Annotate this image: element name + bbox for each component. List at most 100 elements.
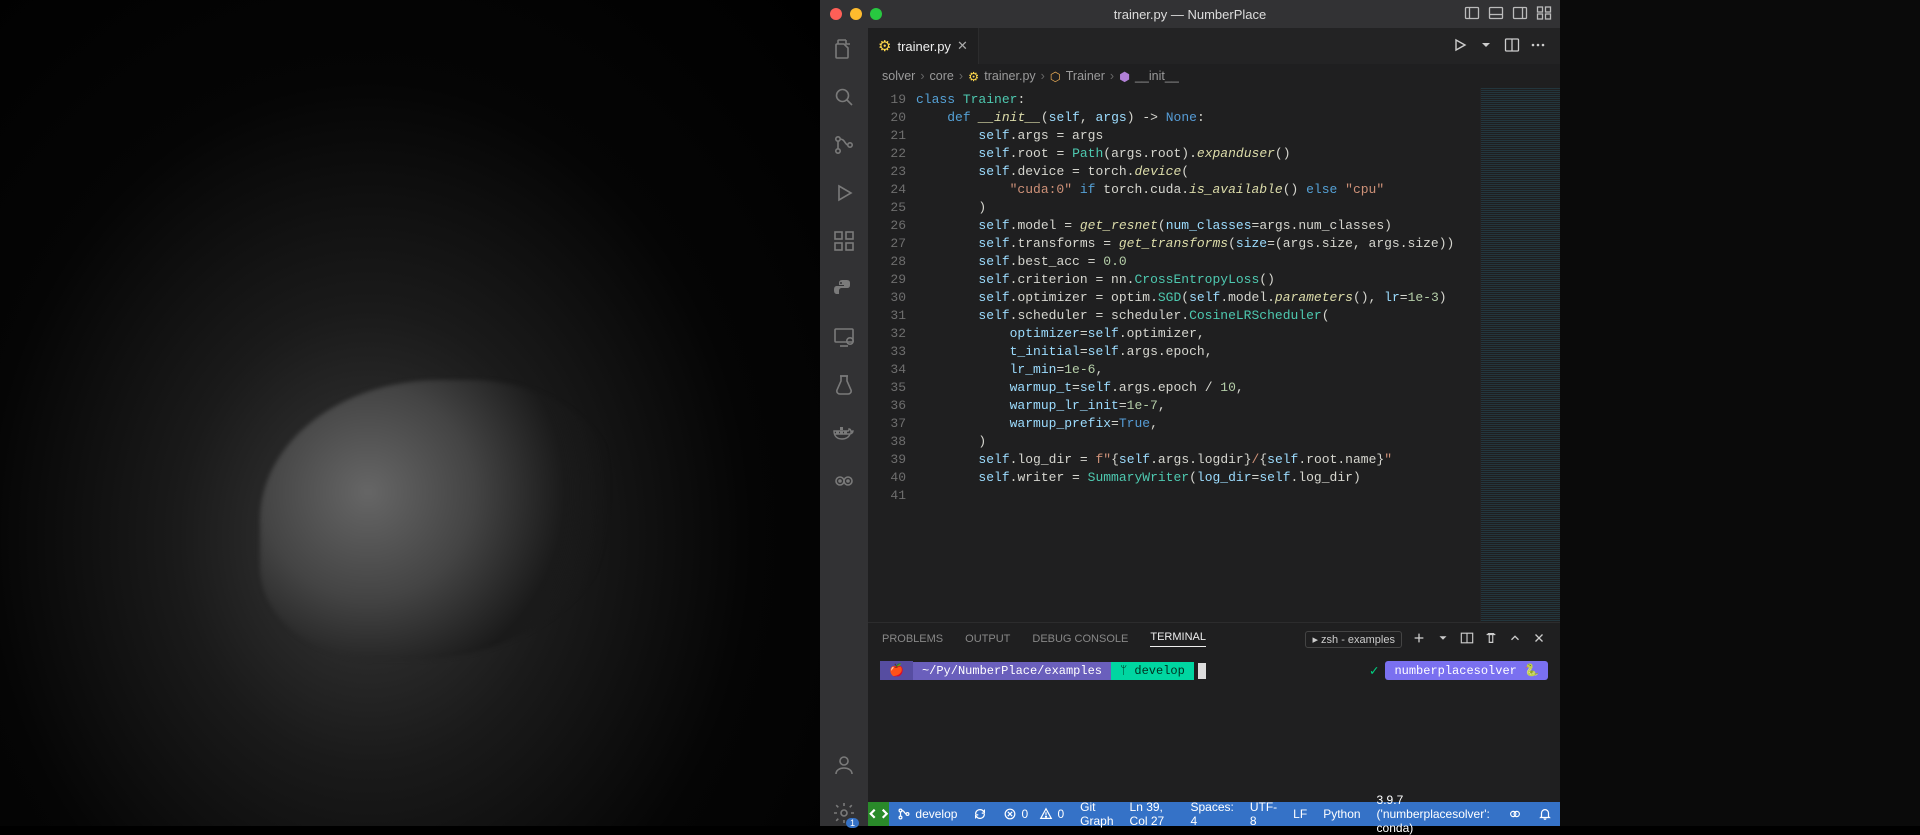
terminal-cursor	[1198, 663, 1206, 679]
code-line[interactable]: warmup_lr_init=1e-7,	[916, 397, 1480, 415]
code-line[interactable]: )	[916, 199, 1480, 217]
vscode-window: trainer.py — NumberPlace	[820, 0, 1560, 826]
code-line[interactable]: self.optimizer = optim.SGD(self.model.pa…	[916, 289, 1480, 307]
run-debug-icon[interactable]	[831, 180, 857, 206]
prompt-path: ~/Py/NumberPlace/examples	[913, 662, 1111, 680]
code-line[interactable]: class Trainer:	[916, 91, 1480, 109]
panel-tab-debug-console[interactable]: DEBUG CONSOLE	[1032, 633, 1128, 645]
breadcrumb-seg[interactable]: trainer.py	[984, 69, 1035, 83]
code-line[interactable]: self.model = get_resnet(num_classes=args…	[916, 217, 1480, 235]
explorer-icon[interactable]	[831, 36, 857, 62]
status-branch[interactable]: develop	[889, 802, 965, 826]
bottom-panel: PROBLEMS OUTPUT DEBUG CONSOLE TERMINAL ▸…	[868, 622, 1560, 802]
layout-sidebar-right-icon[interactable]	[1512, 5, 1528, 24]
customize-layout-icon[interactable]	[1536, 5, 1552, 24]
prompt-venv: numberplacesolver 🐍	[1385, 661, 1548, 680]
source-control-icon[interactable]	[831, 132, 857, 158]
close-window-button[interactable]	[830, 8, 842, 20]
testing-icon[interactable]	[831, 372, 857, 398]
code-line[interactable]: self.device = torch.device(	[916, 163, 1480, 181]
code-line[interactable]: self.transforms = get_transforms(size=(a…	[916, 235, 1480, 253]
terminal-dropdown-icon[interactable]	[1436, 631, 1450, 648]
terminal-shell-label[interactable]: ▸ zsh - examples	[1305, 631, 1402, 648]
code-line[interactable]: self.root = Path(args.root).expanduser()	[916, 145, 1480, 163]
python-file-icon: ⚙	[878, 37, 891, 55]
line-number-gutter: 1920212223242526272829303132333435363738…	[868, 88, 916, 622]
remote-indicator[interactable]	[868, 802, 889, 826]
remote-explorer-icon[interactable]	[831, 324, 857, 350]
window-title: trainer.py — NumberPlace	[1114, 7, 1266, 22]
tab-trainer-py[interactable]: ⚙ trainer.py ✕	[868, 28, 979, 64]
code-line[interactable]: self.args = args	[916, 127, 1480, 145]
breadcrumbs[interactable]: solver› core› ⚙ trainer.py› ⬡ Trainer› ⬢…	[868, 64, 1560, 88]
maximize-panel-icon[interactable]	[1508, 631, 1522, 648]
copilot-icon[interactable]	[831, 468, 857, 494]
terminal[interactable]: 🍎 ~/Py/NumberPlace/examples ᛘ develop ✓ …	[868, 655, 1560, 802]
code-line[interactable]: "cuda:0" if torch.cuda.is_available() el…	[916, 181, 1480, 199]
split-editor-icon[interactable]	[1504, 37, 1520, 56]
more-actions-icon[interactable]	[1530, 37, 1546, 56]
close-panel-icon[interactable]	[1532, 631, 1546, 648]
python-env-icon[interactable]	[831, 276, 857, 302]
search-icon[interactable]	[831, 84, 857, 110]
run-file-icon[interactable]	[1452, 37, 1468, 56]
code-line[interactable]: warmup_prefix=True,	[916, 415, 1480, 433]
split-terminal-icon[interactable]	[1460, 631, 1474, 648]
activity-bar	[820, 28, 868, 826]
breadcrumb-seg[interactable]: Trainer	[1066, 69, 1105, 83]
breadcrumb-seg[interactable]: __init__	[1135, 69, 1179, 83]
minimap[interactable]	[1480, 88, 1560, 622]
tab-close-icon[interactable]: ✕	[957, 38, 968, 54]
titlebar: trainer.py — NumberPlace	[820, 0, 1560, 28]
code-line[interactable]: self.writer = SummaryWriter(log_dir=self…	[916, 469, 1480, 487]
status-cursor-position[interactable]: Ln 39, Col 27	[1122, 802, 1183, 826]
panel-tab-terminal[interactable]: TERMINAL	[1150, 631, 1206, 647]
status-notifications-icon[interactable]	[1530, 802, 1560, 826]
class-symbol-icon: ⬡	[1050, 69, 1061, 84]
status-indentation[interactable]: Spaces: 4	[1182, 802, 1241, 826]
extensions-icon[interactable]	[831, 228, 857, 254]
code-line[interactable]: self.best_acc = 0.0	[916, 253, 1480, 271]
layout-sidebar-left-icon[interactable]	[1464, 5, 1480, 24]
panel-tab-output[interactable]: OUTPUT	[965, 633, 1010, 645]
status-bar: develop 0 0 Git Graph Ln 39, Col 27 Spac…	[868, 802, 1560, 826]
status-interpreter[interactable]: 3.9.7 ('numberplacesolver': conda)	[1369, 802, 1500, 826]
code-line[interactable]: self.criterion = nn.CrossEntropyLoss()	[916, 271, 1480, 289]
status-eol[interactable]: LF	[1285, 802, 1315, 826]
breadcrumb-seg[interactable]: core	[930, 69, 954, 83]
code-line[interactable]: )	[916, 433, 1480, 451]
code-line[interactable]: self.log_dir = f"{self.args.logdir}/{sel…	[916, 451, 1480, 469]
status-sync[interactable]	[965, 802, 995, 826]
maximize-window-button[interactable]	[870, 8, 882, 20]
run-dropdown-icon[interactable]	[1478, 37, 1494, 56]
kill-terminal-icon[interactable]	[1484, 631, 1498, 648]
code-line[interactable]: t_initial=self.args.epoch,	[916, 343, 1480, 361]
code-line[interactable]: def __init__(self, args) -> None:	[916, 109, 1480, 127]
code-editor[interactable]: class Trainer: def __init__(self, args) …	[916, 88, 1480, 622]
code-line[interactable]: optimizer=self.optimizer,	[916, 325, 1480, 343]
desktop-wallpaper	[0, 0, 820, 826]
method-symbol-icon: ⬢	[1119, 69, 1130, 84]
status-language[interactable]: Python	[1315, 802, 1368, 826]
editor-tabs: ⚙ trainer.py ✕	[868, 28, 1560, 64]
status-encoding[interactable]: UTF-8	[1242, 802, 1285, 826]
status-copilot-icon[interactable]	[1500, 802, 1530, 826]
settings-gear-icon[interactable]	[831, 800, 857, 826]
status-check-icon: ✓	[1369, 663, 1385, 679]
window-controls	[830, 8, 882, 20]
panel-tab-problems[interactable]: PROBLEMS	[882, 633, 943, 645]
python-file-icon: ⚙	[968, 69, 979, 84]
accounts-icon[interactable]	[831, 752, 857, 778]
tab-filename: trainer.py	[897, 39, 950, 54]
docker-icon[interactable]	[831, 420, 857, 446]
new-terminal-icon[interactable]	[1412, 631, 1426, 648]
status-problems[interactable]: 0 0	[995, 802, 1072, 826]
prompt-branch: ᛘ develop	[1111, 662, 1194, 680]
layout-panel-icon[interactable]	[1488, 5, 1504, 24]
code-line[interactable]: warmup_t=self.args.epoch / 10,	[916, 379, 1480, 397]
breadcrumb-seg[interactable]: solver	[882, 69, 915, 83]
status-gitgraph[interactable]: Git Graph	[1072, 802, 1121, 826]
minimize-window-button[interactable]	[850, 8, 862, 20]
code-line[interactable]: self.scheduler = scheduler.CosineLRSched…	[916, 307, 1480, 325]
code-line[interactable]: lr_min=1e-6,	[916, 361, 1480, 379]
